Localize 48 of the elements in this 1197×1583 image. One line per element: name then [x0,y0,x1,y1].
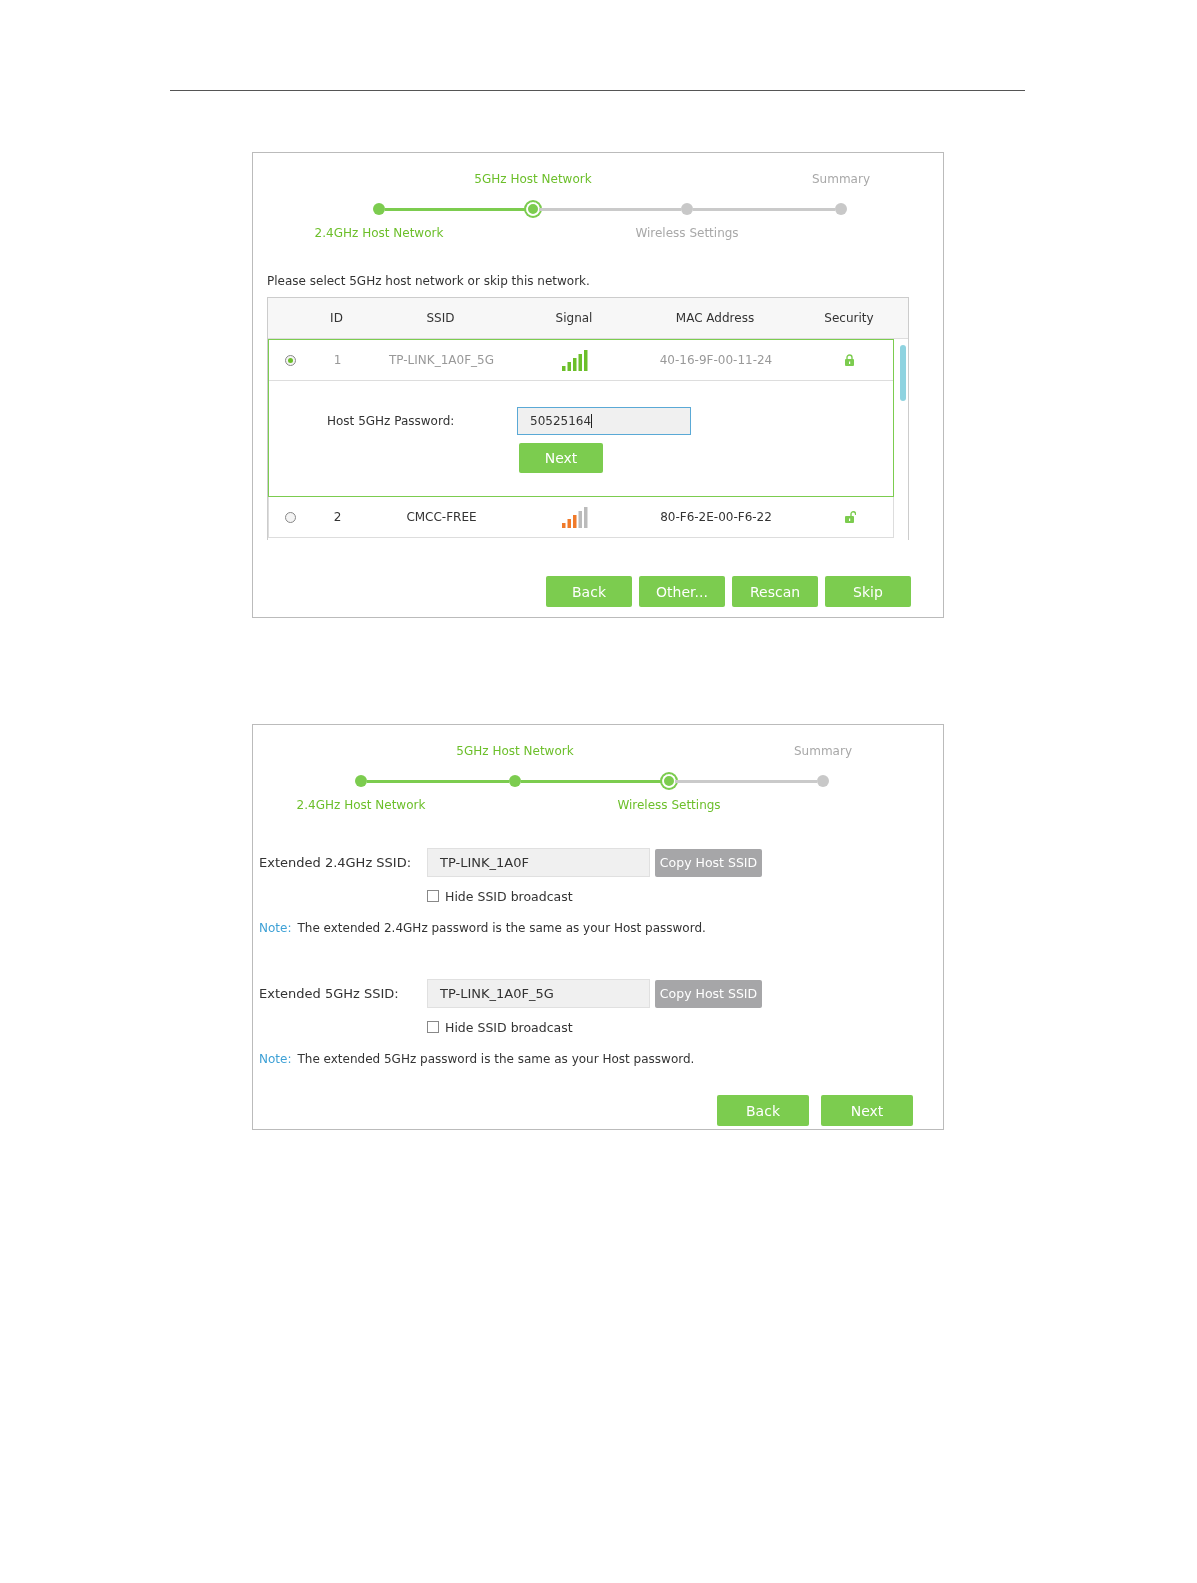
step-label: 2.4GHz Host Network [314,226,444,242]
step-label: 5GHz Host Network [456,744,574,760]
radio-button[interactable] [284,511,296,523]
column-header: ID [329,311,344,325]
checkbox-label: Hide SSID broadcast [445,888,573,904]
checkbox[interactable] [427,890,439,902]
note-text: The extended 2.4GHz password is the same as your Host password. [297,921,706,935]
radio-button[interactable] [284,354,296,366]
table-row[interactable]: 1 TP-LINK_1A0F_5G 40-16-9F-00-11-24 Host 5GHz Password: 50525164 Next [268,339,894,497]
scrollbar-thumb[interactable] [900,345,906,401]
column-header: Signal [554,311,594,325]
step-label: Summary [794,744,852,760]
checkbox[interactable] [427,1021,439,1033]
ssid-field[interactable]: TP-LINK_1A0F_5G [427,979,650,1008]
step-label: 5GHz Host Network [474,172,592,188]
action-button[interactable]: Next [821,1095,913,1126]
action-button[interactable]: Rescan [732,576,818,607]
action-button[interactable]: Back [546,576,632,607]
table-cell-text: TP-LINK_1A0F_5G [388,353,495,367]
table-cell-text: 80-F6-2E-00-F6-22 [659,510,773,524]
next-button[interactable]: Next [519,443,603,473]
step-label: Wireless Settings [635,226,739,242]
password-field[interactable]: 50525164 [517,407,691,435]
table-cell-text: CMCC-FREE [405,510,478,524]
ssid-field[interactable]: TP-LINK_1A0F [427,848,650,877]
action-button[interactable]: Skip [825,576,911,607]
column-header: SSID [425,311,456,325]
copy-ssid-button[interactable]: Copy Host SSID [655,848,762,877]
action-button[interactable]: Other... [639,576,725,607]
column-header: Security [823,311,875,325]
field-label: Extended 5GHz SSID: [259,986,400,1001]
step-label: 2.4GHz Host Network [296,798,426,814]
checkbox-label: Hide SSID broadcast [445,1019,573,1035]
step-label: Summary [812,172,870,188]
copy-ssid-button[interactable]: Copy Host SSID [655,979,762,1008]
table-cell-text: 1 [332,353,343,367]
instruction-text: Please select 5GHz host network or skip this network. [267,274,591,288]
note-label: Note: [259,921,292,935]
table-row[interactable]: 2 CMCC-FREE 80-F6-2E-00-F6-22 [268,497,894,538]
field-label: Host 5GHz Password: [327,414,456,428]
column-header: MAC Address [674,311,756,325]
note-text: The extended 5GHz password is the same as your Host password. [297,1052,695,1066]
table-cell-text: 40-16-9F-00-11-24 [658,353,774,367]
action-button[interactable]: Back [717,1095,809,1126]
field-label: Extended 2.4GHz SSID: [259,855,413,870]
table-cell-text: 2 [332,510,343,524]
step-label: Wireless Settings [617,798,721,814]
note-label: Note: [259,1052,292,1066]
